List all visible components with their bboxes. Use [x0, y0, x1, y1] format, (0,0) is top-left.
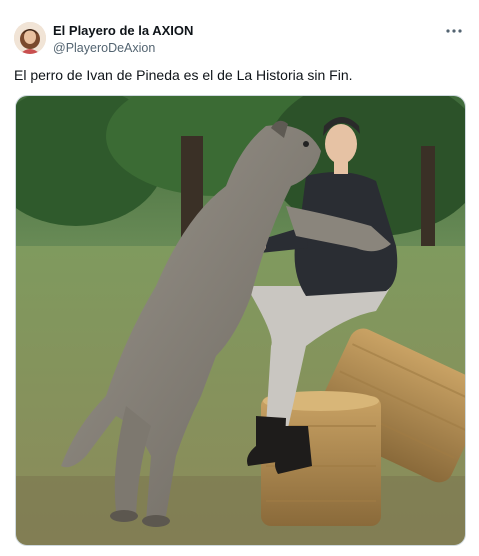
- tweet-photo[interactable]: [15, 95, 466, 546]
- tweet-card: El Playero de la AXION @PlayeroDeAxion E…: [0, 0, 479, 556]
- author-info[interactable]: El Playero de la AXION @PlayeroDeAxion: [53, 23, 193, 56]
- author-display-name[interactable]: El Playero de la AXION: [53, 23, 193, 39]
- avatar[interactable]: [14, 22, 46, 54]
- more-options-button[interactable]: [443, 20, 465, 42]
- user-avatar-icon: [14, 22, 46, 54]
- photo-dog-man-hay-bales-icon: [16, 96, 465, 545]
- tweet-text: El perro de Ivan de Pineda es el de La H…: [14, 67, 353, 83]
- more-dots-icon: [446, 29, 462, 33]
- author-handle[interactable]: @PlayeroDeAxion: [53, 40, 193, 56]
